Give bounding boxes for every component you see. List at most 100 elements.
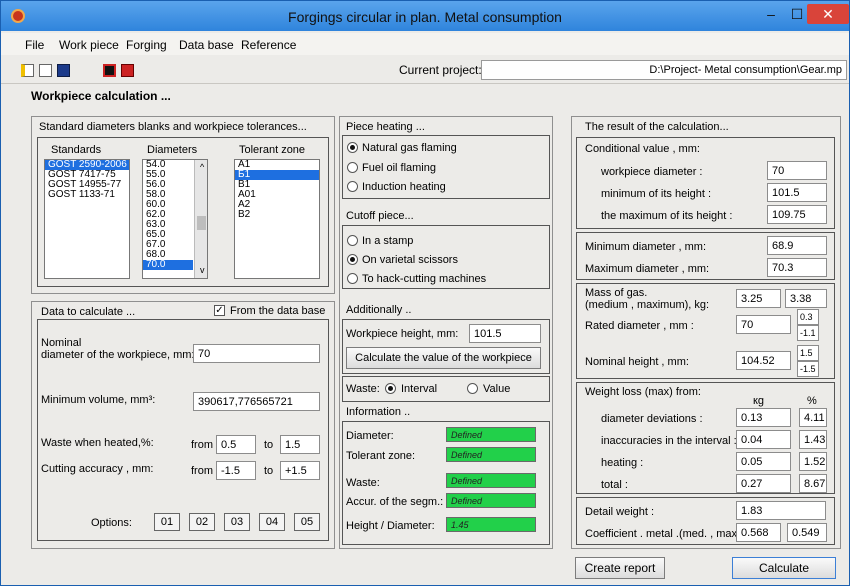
coefficient-label: Coefficient . metal .(med. , max) : xyxy=(585,528,747,540)
list-item[interactable]: 70.0 xyxy=(143,260,193,270)
option-04-button[interactable]: 04 xyxy=(259,513,285,531)
heating-gas-label: Natural gas flaming xyxy=(362,142,457,154)
heating-gas-radio[interactable] xyxy=(347,142,358,153)
info-waste-status: Defined xyxy=(446,473,536,488)
option-03-button[interactable]: 03 xyxy=(224,513,250,531)
heating-induction-label: Induction heating xyxy=(362,181,446,193)
current-project-field[interactable]: D:\Project- Metal consumption\Gear.mp xyxy=(481,60,847,80)
loss-interval-kg: 0.04 xyxy=(736,430,791,449)
nominal-diameter-label: Nominal diameter of the workpiece, mm: xyxy=(41,337,195,361)
additionally-title: Additionally .. xyxy=(346,304,412,316)
weight-loss-label: Weight loss (max) from: xyxy=(585,386,701,398)
cut-from-input[interactable]: -1.5 xyxy=(216,461,256,480)
cut-to-input[interactable]: +1.5 xyxy=(280,461,320,480)
close-button[interactable]: ✕ xyxy=(807,4,849,24)
cutoff-hack-label: To hack-cutting machines xyxy=(362,273,487,285)
standards-header: Standards xyxy=(51,144,102,156)
wp-diameter-label: workpiece diameter : xyxy=(601,166,703,178)
app-window: Forgings circular in plan. Metal consump… xyxy=(0,0,850,586)
detail-weight-value: 1.83 xyxy=(736,501,826,520)
minimize-button[interactable]: – xyxy=(758,4,784,24)
menu-forging[interactable]: Forging xyxy=(126,38,167,52)
menu-reference[interactable]: Reference xyxy=(241,38,296,52)
calculate-button[interactable]: Calculate xyxy=(732,557,836,579)
waste-value-radio[interactable] xyxy=(467,383,478,394)
list-item[interactable]: GOST 1133-71 xyxy=(45,190,129,200)
coefficient-medium-value: 0.568 xyxy=(736,523,781,542)
info-title: Information .. xyxy=(346,406,411,418)
heating-induction-radio[interactable] xyxy=(347,181,358,192)
menu-file[interactable]: File xyxy=(25,38,44,52)
info-diameter-status: Defined xyxy=(446,427,536,442)
report-icon[interactable] xyxy=(103,64,116,77)
chevron-down-icon[interactable]: v xyxy=(197,265,205,275)
min-volume-input[interactable]: 390617,776565721 xyxy=(193,392,320,411)
options-label: Options: xyxy=(91,517,132,529)
waste-interval-radio[interactable] xyxy=(385,383,396,394)
nominal-diameter-input[interactable]: 70 xyxy=(193,344,320,363)
rated-tol-down: -1.1 xyxy=(797,325,819,341)
standards-title: Standard diameters blanks and workpiece … xyxy=(39,121,307,133)
rated-tol-up: 0.3 xyxy=(797,309,819,325)
standards-list[interactable]: GOST 2590-2006 GOST 7417-75 GOST 14955-7… xyxy=(44,159,130,279)
loss-heating-label: heating : xyxy=(601,457,644,469)
waste-to-input[interactable]: 1.5 xyxy=(280,435,320,454)
option-01-button[interactable]: 01 xyxy=(154,513,180,531)
loss-diameter-kg: 0.13 xyxy=(736,408,791,427)
waste-heated-label: Waste when heated,%: xyxy=(41,437,154,449)
info-accuracy-label: Accur. of the segm.: xyxy=(346,496,444,508)
coefficient-max-value: 0.549 xyxy=(787,523,827,542)
cutoff-scissors-radio[interactable] xyxy=(347,254,358,265)
create-report-button[interactable]: Create report xyxy=(575,557,665,579)
loss-total-pct: 8.67 xyxy=(799,474,827,493)
option-05-button[interactable]: 05 xyxy=(294,513,320,531)
scroll-thumb[interactable] xyxy=(197,216,206,230)
rated-diameter-label: Rated diameter , mm : xyxy=(585,320,694,332)
list-item[interactable]: B2 xyxy=(235,210,319,220)
from-db-checkbox[interactable]: ✓ xyxy=(214,305,225,316)
info-waste-label: Waste: xyxy=(346,477,380,489)
loss-diameter-label: diameter deviations : xyxy=(601,413,703,425)
loss-heating-pct: 1.52 xyxy=(799,452,827,471)
info-tolerant-label: Tolerant zone: xyxy=(346,450,416,462)
tolerant-zone-list[interactable]: A1 Б1 B1 A01 A2 B2 xyxy=(234,159,320,279)
min-diameter-label: Minimum diameter , mm: xyxy=(585,241,707,253)
nomh-tol-up: 1.5 xyxy=(797,345,819,361)
menu-data-base[interactable]: Data base xyxy=(179,38,234,52)
menu-work-piece[interactable]: Work piece xyxy=(59,38,119,52)
diameters-list[interactable]: 54.0 55.0 56.0 58.0 60.0 62.0 63.0 65.0 … xyxy=(142,159,208,279)
waste-interval-label: Interval xyxy=(401,383,438,395)
loss-interval-pct: 1.43 xyxy=(799,430,827,449)
nominal-height-label: Nominal height , mm: xyxy=(585,356,689,368)
info-ratio-value: 1.45 xyxy=(446,517,536,532)
waste-from-label: from xyxy=(191,439,213,451)
calculate-workpiece-button[interactable]: Calculate the value of the workpiece xyxy=(346,347,541,369)
info-ratio-label: Height / Diameter: xyxy=(346,520,435,532)
cutoff-stamp-label: In a stamp xyxy=(362,235,414,247)
waste-label: Waste: xyxy=(346,383,380,395)
diameters-header: Diameters xyxy=(147,144,198,156)
from-db-label: From the data base xyxy=(230,305,326,317)
kg-header: кg xyxy=(753,395,764,407)
new-file-icon[interactable] xyxy=(21,64,34,77)
section-title: Workpiece calculation ... xyxy=(31,89,171,103)
cutoff-stamp-radio[interactable] xyxy=(347,235,358,246)
save-icon[interactable] xyxy=(57,64,70,77)
mass-medium-value: 3.25 xyxy=(736,289,781,308)
max-diameter-label: Maximum diameter , mm: xyxy=(585,263,710,275)
open-file-icon[interactable] xyxy=(39,64,52,77)
loss-heating-kg: 0.05 xyxy=(736,452,791,471)
diameters-scrollbar[interactable]: ^ v xyxy=(194,160,207,278)
calculator-icon[interactable] xyxy=(121,64,134,77)
min-height-label: minimum of its height : xyxy=(601,188,712,200)
option-02-button[interactable]: 02 xyxy=(189,513,215,531)
mass-label: Mass of gas. (medium , maximum), kg: xyxy=(585,287,710,311)
waste-from-input[interactable]: 0.5 xyxy=(216,435,256,454)
nominal-height-value: 104.52 xyxy=(736,351,791,370)
heating-oil-radio[interactable] xyxy=(347,162,358,173)
cutoff-hack-radio[interactable] xyxy=(347,273,358,284)
chevron-up-icon[interactable]: ^ xyxy=(197,162,204,172)
info-accuracy-status: Defined xyxy=(446,493,536,508)
workpiece-height-input[interactable]: 101.5 xyxy=(469,324,541,343)
info-tolerant-status: Defined xyxy=(446,447,536,462)
